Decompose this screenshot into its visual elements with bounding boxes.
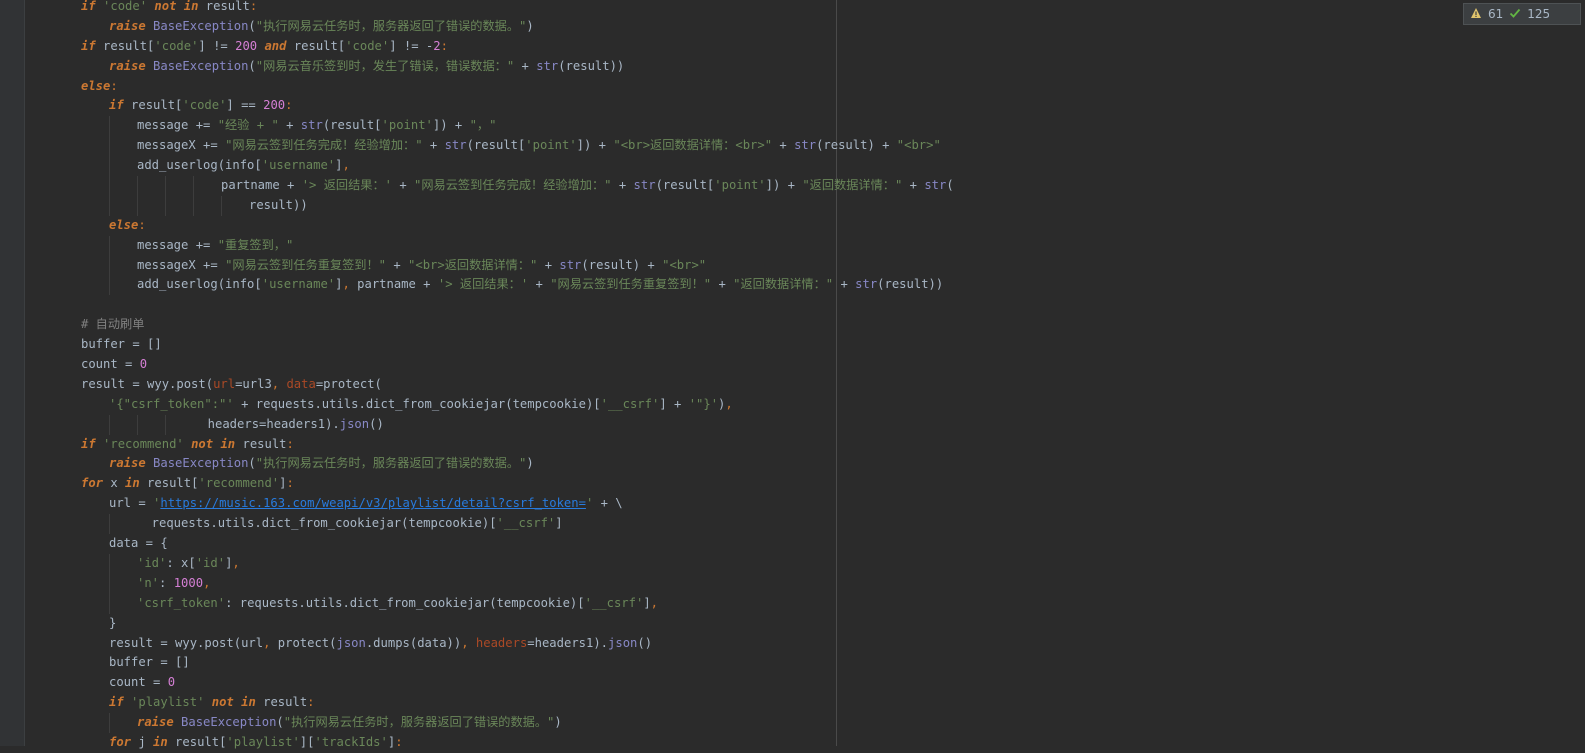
code-line[interactable]: result = wyy.post(url=url3, data=protect…	[81, 375, 954, 395]
code-line[interactable]: for j in result['playlist']['trackIds']:	[81, 733, 954, 753]
code-line[interactable]: if 'recommend' not in result:	[81, 435, 954, 455]
code-line[interactable]: 'n': 1000,	[81, 573, 954, 594]
code-line[interactable]: message += "重复签到，"	[81, 235, 954, 256]
code-line[interactable]: data = {	[81, 534, 954, 554]
code-line[interactable]: count = 0	[81, 355, 954, 375]
code-line[interactable]: buffer = []	[81, 335, 954, 355]
code-line[interactable]: headers=headers1).json()	[81, 414, 954, 435]
code-line[interactable]: raise BaseException("网易云音乐签到时，发生了错误，错误数据…	[81, 57, 954, 77]
code-line[interactable]: raise BaseException("执行网易云任务时，服务器返回了错误的数…	[81, 454, 954, 474]
code-line[interactable]: 'csrf_token': requests.utils.dict_from_c…	[81, 593, 954, 614]
weak-warning-count: 125	[1527, 7, 1551, 21]
warning-triangle-icon	[1470, 7, 1482, 22]
code-line[interactable]	[81, 295, 954, 315]
code-line[interactable]: else:	[81, 77, 954, 97]
code-line[interactable]: messageX += "网易云签到任务完成！经验增加：" + str(resu…	[81, 136, 954, 157]
code-line[interactable]: message += "经验 + " + str(result['point']…	[81, 116, 954, 137]
code-line[interactable]: for x in result['recommend']:	[81, 474, 954, 494]
code-line[interactable]: result = wyy.post(url, protect(json.dump…	[81, 634, 954, 654]
code-line[interactable]: if 'code' not in result:	[81, 0, 954, 17]
code-editor[interactable]: if 'code' not in result: raise BaseExcept…	[81, 0, 954, 753]
code-line[interactable]: raise BaseException("执行网易云任务时，服务器返回了错误的数…	[81, 713, 954, 733]
code-line[interactable]: if result['code'] != 200 and result['cod…	[81, 37, 954, 57]
code-line[interactable]: else:	[81, 216, 954, 236]
code-line[interactable]: requests.utils.dict_from_cookiejar(tempc…	[81, 514, 954, 535]
code-line[interactable]: count = 0	[81, 673, 954, 693]
code-line[interactable]: buffer = []	[81, 653, 954, 673]
code-line[interactable]: result))	[81, 195, 954, 216]
code-line[interactable]: messageX += "网易云签到任务重复签到！" + "<br>返回数据详情…	[81, 255, 954, 276]
code-line[interactable]: if result['code'] == 200:	[81, 96, 954, 116]
code-line[interactable]: # 自动刷单	[81, 315, 954, 335]
check-icon	[1509, 7, 1521, 22]
code-line[interactable]: if 'playlist' not in result:	[81, 693, 954, 713]
code-line[interactable]: }	[81, 614, 954, 634]
code-line[interactable]: url = 'https://music.163.com/weapi/v3/pl…	[81, 494, 954, 514]
warning-count: 61	[1488, 7, 1504, 21]
code-line[interactable]: partname + '> 返回结果：' + "网易云签到任务完成！经验增加："…	[81, 176, 954, 196]
code-line[interactable]: add_userlog(info['username'], partname +…	[81, 275, 954, 296]
inspection-widget[interactable]: 61 125	[1463, 3, 1581, 25]
code-line[interactable]: raise BaseException("执行网易云任务时，服务器返回了错误的数…	[81, 17, 954, 37]
code-line[interactable]: 'id': x['id'],	[81, 553, 954, 574]
code-line[interactable]: '{"csrf_token":"' + requests.utils.dict_…	[81, 395, 954, 415]
code-line[interactable]: add_userlog(info['username'],	[81, 156, 954, 177]
editor-gutter[interactable]	[0, 0, 25, 746]
